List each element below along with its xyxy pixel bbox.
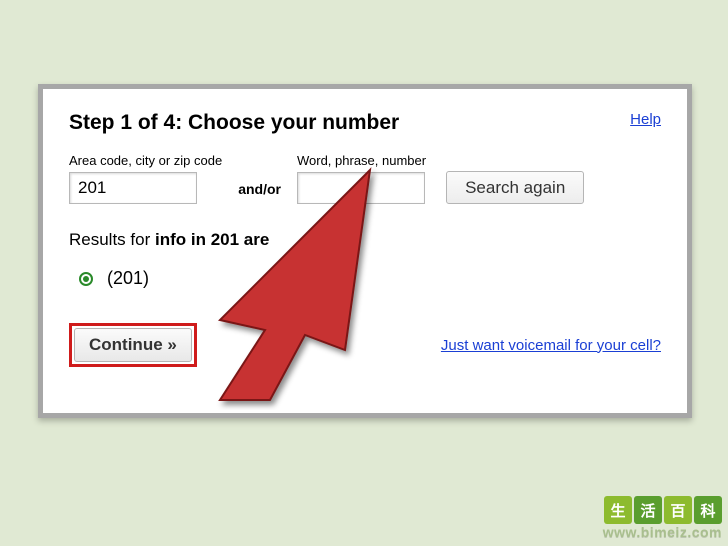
search-row: Area code, city or zip code and/or Word,… <box>69 153 661 204</box>
choose-number-panel: Step 1 of 4: Choose your number Help Are… <box>43 89 687 413</box>
radio-selected-icon <box>79 272 93 286</box>
result-option-row[interactable]: (201) <box>79 268 661 289</box>
results-bold: info in 201 are <box>155 230 269 249</box>
result-option-label: (201) <box>107 268 149 289</box>
results-prefix: Results for <box>69 230 155 249</box>
watermark-char-4: 科 <box>694 496 722 524</box>
watermark: 生 活 百 科 www.bimeiz.com <box>603 496 722 540</box>
watermark-char-3: 百 <box>664 496 692 524</box>
area-code-label: Area code, city or zip code <box>69 153 222 168</box>
voicemail-link[interactable]: Just want voicemail for your cell? <box>441 337 661 354</box>
watermark-char-1: 生 <box>604 496 632 524</box>
word-group: Word, phrase, number <box>297 153 426 204</box>
andor-text: and/or <box>238 181 281 204</box>
watermark-char-2: 活 <box>634 496 662 524</box>
results-text: Results for info in 201 are <box>69 230 661 250</box>
continue-highlight: Continue » <box>69 323 197 367</box>
bottom-row: Continue » Just want voicemail for your … <box>69 323 661 367</box>
step-title: Step 1 of 4: Choose your number <box>69 111 399 135</box>
window-frame: Step 1 of 4: Choose your number Help Are… <box>38 84 692 418</box>
watermark-logo: 生 活 百 科 <box>603 496 722 524</box>
area-code-group: Area code, city or zip code <box>69 153 222 204</box>
word-input[interactable] <box>297 172 425 204</box>
help-link[interactable]: Help <box>630 111 661 128</box>
search-again-button[interactable]: Search again <box>446 171 584 204</box>
continue-button[interactable]: Continue » <box>74 328 192 362</box>
watermark-url: www.bimeiz.com <box>603 524 722 540</box>
word-label: Word, phrase, number <box>297 153 426 168</box>
panel-header: Step 1 of 4: Choose your number Help <box>69 111 661 135</box>
area-code-input[interactable] <box>69 172 197 204</box>
